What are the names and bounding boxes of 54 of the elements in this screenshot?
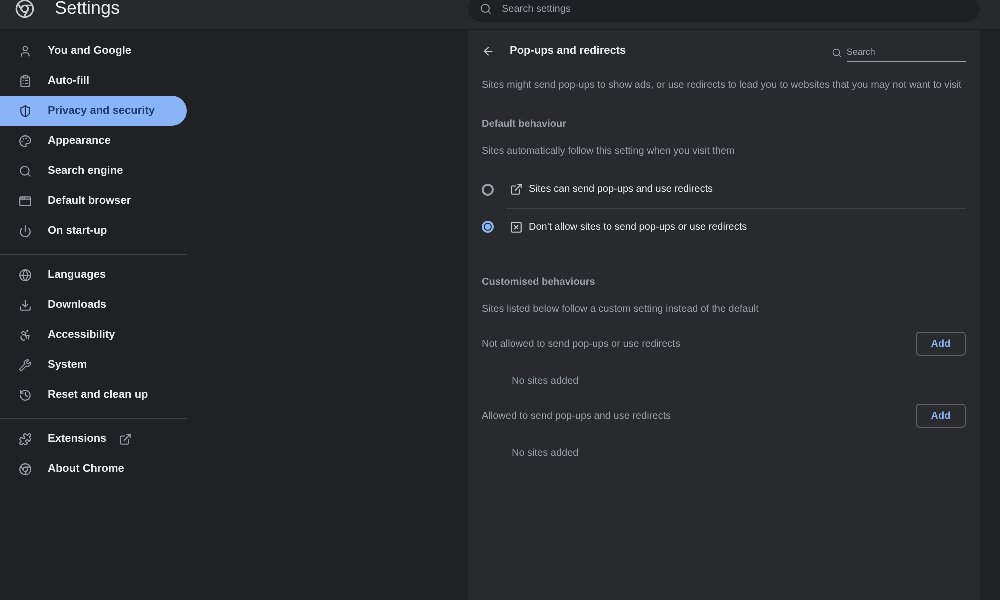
sidebar-item[interactable]: Search engine <box>0 156 187 186</box>
empty-list-message: No sites added <box>512 375 580 389</box>
clipboard-icon <box>19 74 32 88</box>
page-description: Sites might send pop-ups to show ads, or use redirects to lead you to websites that you may not want to visit <box>482 79 963 93</box>
puzzle-icon <box>19 432 32 446</box>
search-field[interactable]: Search <box>846 44 966 62</box>
back-arrow-icon[interactable] <box>482 44 495 58</box>
section-heading: Default behaviour <box>482 118 568 132</box>
sidebar-item[interactable]: Auto-fill <box>0 66 187 96</box>
search-icon <box>19 164 32 178</box>
sidebar-item[interactable]: Languages <box>0 260 187 290</box>
sidebar-item[interactable]: Appearance <box>0 126 187 156</box>
search-settings-field[interactable]: Search settings <box>468 0 980 22</box>
add-button[interactable]: Add <box>916 332 966 356</box>
sidebar-item[interactable]: Downloads <box>0 290 187 320</box>
list-title: Not allowed to send pop-ups or use redirects <box>482 338 680 352</box>
chrome-logo-icon <box>19 462 32 476</box>
accessibility-icon <box>19 328 32 342</box>
radio-button[interactable] <box>482 184 494 196</box>
sidebar-item[interactable]: Accessibility <box>0 320 187 350</box>
option-label: Don't allow sites to send pop-ups or use redirects <box>529 220 748 234</box>
empty-list-message: No sites added <box>512 447 580 461</box>
globe-icon <box>19 268 32 282</box>
search-icon <box>480 2 492 14</box>
section-subtitle: Sites listed below follow a custom setting instead of the default <box>482 303 760 317</box>
radio-button[interactable] <box>482 221 494 233</box>
page-title: Pop-ups and redirects <box>510 44 626 59</box>
list-title: Allowed to send pop-ups and use redirects <box>482 410 672 424</box>
external-link-icon <box>510 183 523 196</box>
sidebar-item[interactable]: About Chrome <box>0 454 187 484</box>
sidebar-item[interactable]: You and Google <box>0 36 187 66</box>
sidebar-item[interactable]: Default browser <box>0 186 187 216</box>
browser-window-icon <box>19 194 32 208</box>
external-link-icon[interactable] <box>118 432 132 446</box>
download-icon <box>19 298 32 312</box>
add-button[interactable]: Add <box>916 404 966 428</box>
palette-icon <box>19 134 32 148</box>
section-subtitle: Sites automatically follow this setting when you visit them <box>482 145 736 159</box>
blocked-popup-icon <box>510 220 523 234</box>
settings-title: Settings <box>55 0 120 20</box>
sidebar-item[interactable]: On start-up <box>0 216 187 246</box>
sidebar-item[interactable]: Privacy and security <box>0 96 187 126</box>
history-icon <box>19 388 32 402</box>
shield-icon <box>19 104 32 118</box>
chrome-logo-icon <box>15 0 35 18</box>
section-heading: Customised behaviours <box>482 276 596 290</box>
option-label: Sites can send pop-ups and use redirects <box>529 183 713 197</box>
power-icon <box>19 224 32 238</box>
sidebar-item[interactable]: Extensions <box>0 424 187 454</box>
wrench-icon <box>19 358 32 372</box>
person-icon <box>19 44 32 58</box>
search-icon <box>832 48 842 58</box>
sidebar-item[interactable]: Reset and clean up <box>0 380 187 410</box>
sidebar-item[interactable]: System <box>0 350 187 380</box>
